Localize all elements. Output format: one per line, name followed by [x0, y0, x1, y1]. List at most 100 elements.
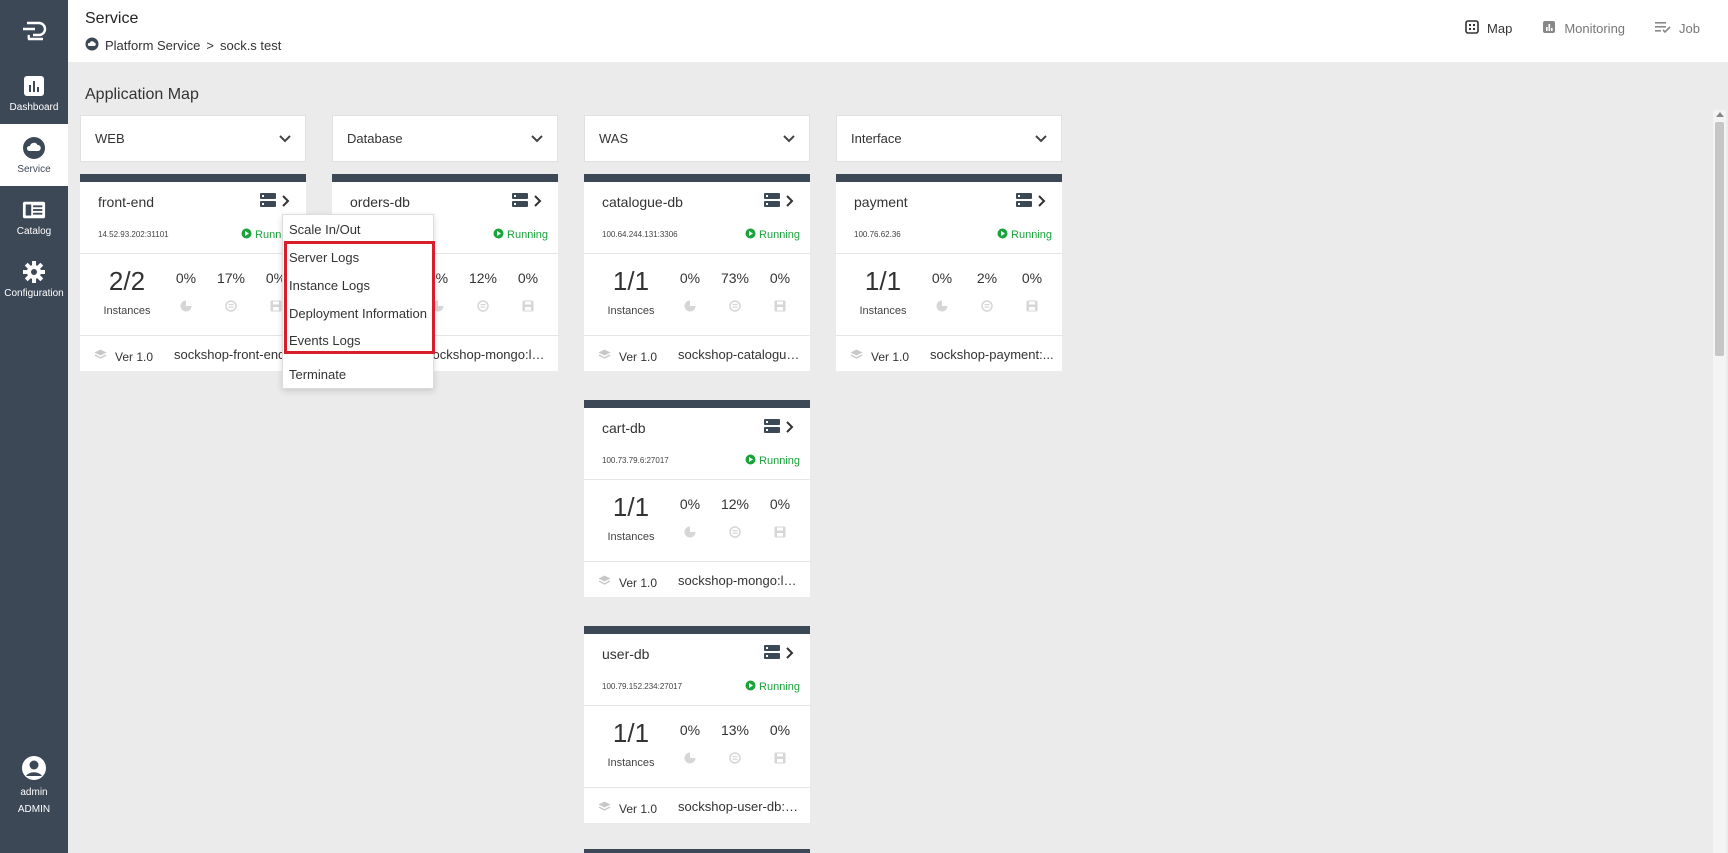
- status-text: Running: [759, 229, 800, 241]
- disk-value: 0%: [769, 270, 791, 286]
- divider: [584, 787, 810, 788]
- status-text: Running: [507, 229, 548, 241]
- card-ip: 100.73.79.6:27017: [602, 456, 669, 465]
- chevron-down-icon: [1035, 131, 1047, 146]
- divider: [584, 335, 810, 336]
- sidebar-item-configuration[interactable]: Configuration: [0, 248, 68, 310]
- divider: [80, 335, 306, 336]
- status-badge: Running: [997, 228, 1052, 242]
- sidebar-item-catalog[interactable]: Catalog: [0, 186, 68, 248]
- bar-chart-icon: [22, 74, 46, 98]
- server-icon[interactable]: [1016, 193, 1032, 212]
- card-ip: 14.52.93.202:31101: [98, 230, 169, 239]
- chevron-right-icon[interactable]: [786, 194, 794, 212]
- monitoring-button[interactable]: Monitoring: [1542, 20, 1625, 37]
- app-logo[interactable]: [0, 0, 68, 62]
- breadcrumb-separator: >: [206, 38, 214, 53]
- memory-icon: [715, 300, 755, 312]
- cloud-icon: [22, 136, 46, 160]
- service-card-user-db: user-db 100.79.152.234:27017 Running 1/1…: [584, 626, 810, 823]
- divider: [584, 479, 810, 480]
- menu-item-instance-logs[interactable]: Instance Logs: [289, 278, 370, 293]
- card-actions: [764, 645, 794, 664]
- disk-value: 0%: [769, 496, 791, 512]
- server-icon[interactable]: [764, 193, 780, 212]
- server-icon[interactable]: [512, 193, 528, 212]
- scroll-up-icon[interactable]: [1716, 112, 1724, 117]
- version: Ver 1.0: [598, 801, 657, 816]
- version: Ver 1.0: [94, 349, 153, 364]
- card-title: orders-db: [350, 194, 410, 210]
- cpu-value: 0%: [931, 270, 953, 286]
- menu-item-scale[interactable]: Scale In/Out: [289, 222, 361, 237]
- dropdown-label: WEB: [95, 131, 125, 146]
- service-card-payment: payment 100.76.62.36 Running 1/1 Instanc…: [836, 174, 1062, 371]
- divider: [584, 253, 810, 254]
- card-actions: [764, 419, 794, 438]
- memory-icon: [967, 300, 1007, 312]
- sidebar-item-label: Configuration: [4, 287, 64, 299]
- sidebar-item-dashboard[interactable]: Dashboard: [0, 62, 68, 124]
- service-card-front-end: front-end 14.52.93.202:31101 Running 2/2…: [80, 174, 306, 371]
- chevron-down-icon: [783, 131, 795, 146]
- cpu-icon: [670, 752, 710, 764]
- version-text: Ver 1.0: [619, 801, 658, 816]
- chevron-right-icon[interactable]: [786, 646, 794, 664]
- card-ip: 100.76.62.36: [854, 230, 901, 239]
- layers-icon: [598, 349, 611, 364]
- divider: [836, 335, 1062, 336]
- menu-item-server-logs[interactable]: Server Logs: [289, 250, 359, 265]
- cpu-value: 0%: [679, 496, 701, 512]
- instance-count: 1/1: [612, 492, 650, 522]
- map-button[interactable]: Map: [1465, 20, 1512, 37]
- divider: [584, 561, 810, 562]
- instance-count: 1/1: [864, 266, 902, 296]
- user-role: ADMIN: [17, 804, 51, 815]
- version: Ver 1.0: [850, 349, 909, 364]
- server-icon[interactable]: [764, 419, 780, 438]
- service-card-cart-db: cart-db 100.73.79.6:27017 Running 1/1 In…: [584, 400, 810, 597]
- cpu-value: 0%: [679, 722, 701, 738]
- disk-value: 0%: [769, 722, 791, 738]
- breadcrumb-parent[interactable]: Platform Service: [105, 38, 200, 53]
- user-profile[interactable]: admin ADMIN: [0, 755, 68, 815]
- status-badge: Running: [493, 228, 548, 242]
- chevron-right-icon[interactable]: [534, 194, 542, 212]
- server-icon[interactable]: [764, 645, 780, 664]
- server-icon[interactable]: [260, 193, 276, 212]
- menu-item-deployment-information[interactable]: Deployment Information: [289, 306, 427, 321]
- version-text: Ver 1.0: [871, 349, 910, 364]
- cloud-icon: [85, 37, 99, 54]
- play-circle-icon: [997, 228, 1008, 242]
- column-dropdown-web[interactable]: WEB: [80, 115, 306, 162]
- layers-icon: [94, 349, 107, 364]
- logo-icon: [23, 21, 47, 41]
- breadcrumb: Platform Service > sock.s test: [85, 37, 281, 54]
- memory-value: 12%: [468, 270, 498, 286]
- column-dropdown-interface[interactable]: Interface: [836, 115, 1062, 162]
- cpu-value: 0%: [679, 270, 701, 286]
- memory-icon: [211, 300, 251, 312]
- layers-icon: [850, 349, 863, 364]
- chevron-right-icon[interactable]: [786, 420, 794, 438]
- instances-label: Instances: [607, 305, 655, 317]
- menu-item-terminate[interactable]: Terminate: [289, 367, 346, 382]
- sidebar: Dashboard Service Catalog Configuration …: [0, 0, 68, 853]
- job-button[interactable]: Job: [1655, 20, 1700, 37]
- instance-count: 2/2: [108, 266, 146, 296]
- menu-item-events-logs[interactable]: Events Logs: [289, 333, 361, 348]
- header-actions: Map Monitoring Job: [1465, 20, 1700, 37]
- chevron-right-icon[interactable]: [282, 194, 290, 212]
- scrollbar-thumb[interactable]: [1715, 122, 1724, 356]
- column-dropdown-database[interactable]: Database: [332, 115, 558, 162]
- chevron-right-icon[interactable]: [1038, 194, 1046, 212]
- scrollbar[interactable]: [1713, 110, 1726, 853]
- sidebar-item-service[interactable]: Service: [0, 124, 68, 186]
- column-dropdown-was[interactable]: WAS: [584, 115, 810, 162]
- version: Ver 1.0: [598, 349, 657, 364]
- status-badge: Running: [745, 228, 800, 242]
- dropdown-label: Database: [347, 131, 403, 146]
- card-actions: [260, 193, 290, 212]
- disk-icon: [760, 526, 800, 538]
- job-label: Job: [1679, 21, 1700, 36]
